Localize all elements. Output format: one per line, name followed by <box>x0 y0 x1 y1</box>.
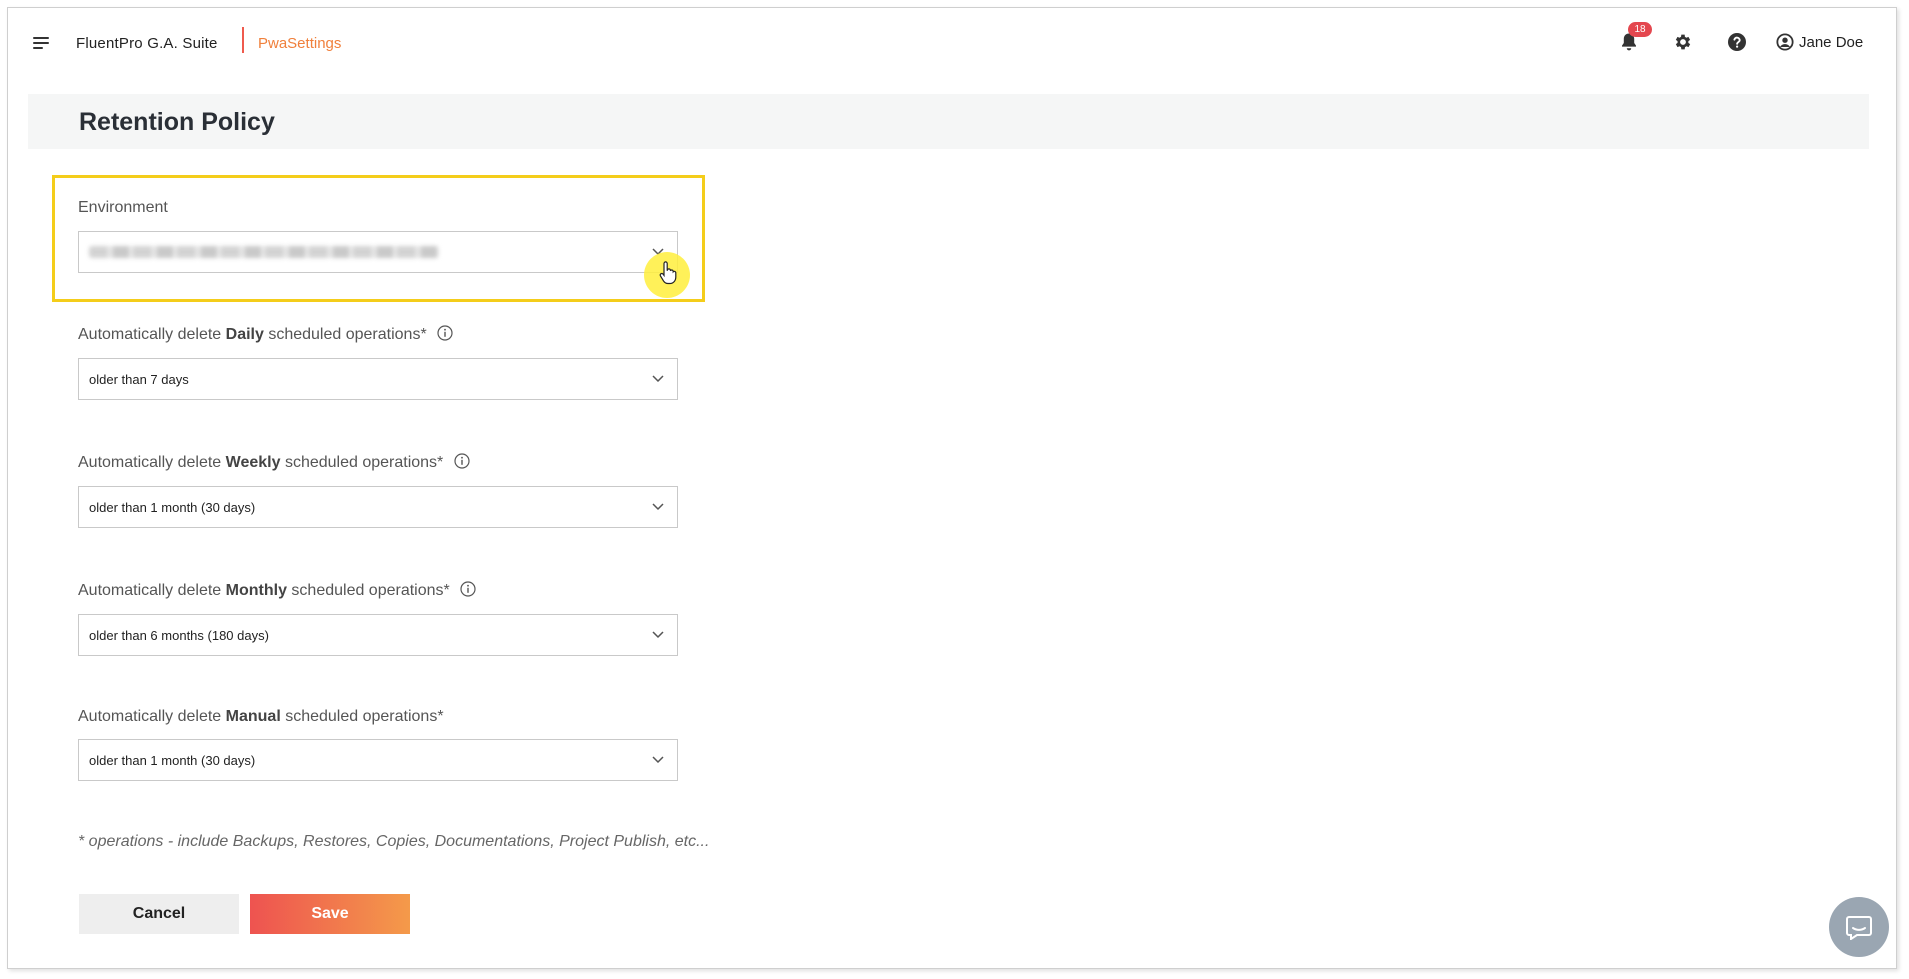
manual-label: Automatically delete Manual scheduled op… <box>78 708 444 725</box>
manual-value: older than 1 month (30 days) <box>89 753 256 768</box>
daily-value: older than 7 days <box>89 372 189 387</box>
notification-badge[interactable]: 18 <box>1628 22 1652 37</box>
chevron-down-icon <box>652 375 664 383</box>
user-name: Jane Doe <box>1799 33 1864 51</box>
hamburger-icon[interactable] <box>33 37 51 51</box>
user-circle-icon <box>1776 33 1794 51</box>
gear-icon[interactable] <box>1671 30 1695 54</box>
chevron-down-icon <box>652 756 664 764</box>
hand-cursor-icon <box>659 261 677 285</box>
title-band: Retention Policy <box>28 94 1869 149</box>
module-name[interactable]: PwaSettings <box>258 35 341 52</box>
daily-label: Automatically delete Daily scheduled ope… <box>78 325 453 344</box>
info-icon[interactable] <box>460 581 476 597</box>
environment-value-blurred <box>89 246 439 258</box>
manual-select[interactable]: older than 1 month (30 days) <box>78 739 678 781</box>
weekly-select[interactable]: older than 1 month (30 days) <box>78 486 678 528</box>
app-window: FluentPro G.A. Suite PwaSettings 18 Jane… <box>7 7 1897 969</box>
brand-divider <box>242 27 244 53</box>
monthly-value: older than 6 months (180 days) <box>89 628 269 643</box>
user-menu[interactable]: Jane Doe <box>1776 30 1863 54</box>
info-icon[interactable] <box>454 453 470 469</box>
chevron-down-icon <box>652 631 664 639</box>
weekly-value: older than 1 month (30 days) <box>89 500 256 515</box>
help-icon[interactable] <box>1725 30 1749 54</box>
weekly-label: Automatically delete Weekly scheduled op… <box>78 453 470 472</box>
app-name: FluentPro G.A. Suite <box>76 35 218 52</box>
cancel-button[interactable]: Cancel <box>79 894 239 934</box>
daily-select[interactable]: older than 7 days <box>78 358 678 400</box>
top-bar: FluentPro G.A. Suite PwaSettings 18 Jane… <box>8 8 1896 78</box>
environment-label: Environment <box>78 199 168 216</box>
chevron-down-icon <box>652 503 664 511</box>
chat-icon <box>1846 916 1872 940</box>
monthly-select[interactable]: older than 6 months (180 days) <box>78 614 678 656</box>
monthly-label: Automatically delete Monthly scheduled o… <box>78 581 476 600</box>
operations-footnote: * operations - include Backups, Restores… <box>78 833 710 850</box>
save-button[interactable]: Save <box>250 894 410 934</box>
chat-button[interactable] <box>1829 897 1889 957</box>
environment-select[interactable] <box>78 231 678 273</box>
info-icon[interactable] <box>437 325 453 341</box>
page-title: Retention Policy <box>79 108 275 136</box>
